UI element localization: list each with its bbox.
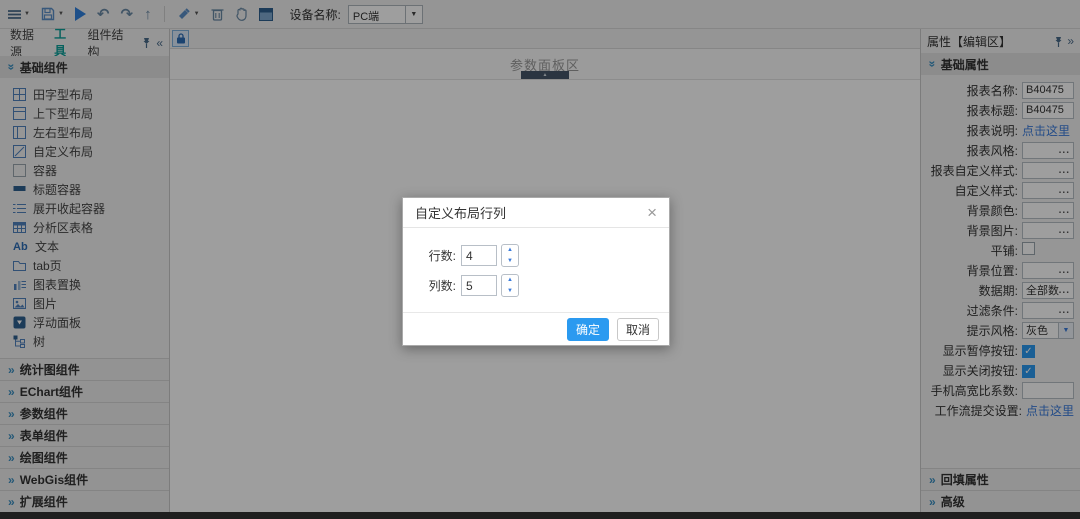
dialog-title-bar: 自定义布局行列 × xyxy=(403,198,669,228)
rows-input[interactable] xyxy=(461,245,497,266)
dialog-footer: 确定 取消 xyxy=(403,312,669,345)
stepper-down-icon[interactable]: ▼ xyxy=(502,286,518,297)
cols-label: 列数: xyxy=(403,277,461,294)
stepper-up-icon[interactable]: ▲ xyxy=(502,245,518,256)
rows-field-row: 行数: ▲ ▼ xyxy=(403,244,669,267)
rows-label: 行数: xyxy=(403,247,461,264)
stepper-up-icon[interactable]: ▲ xyxy=(502,275,518,286)
cancel-button[interactable]: 取消 xyxy=(617,318,659,341)
rows-stepper[interactable]: ▲ ▼ xyxy=(501,244,519,267)
ok-button[interactable]: 确定 xyxy=(567,318,609,341)
cols-field-row: 列数: ▲ ▼ xyxy=(403,274,669,297)
cols-input[interactable] xyxy=(461,275,497,296)
custom-layout-dialog: 自定义布局行列 × 行数: ▲ ▼ 列数: ▲ ▼ 确定 xyxy=(402,197,670,346)
report-designer-app: ▼ ▼ ↶ ↷ ↑ ▼ 设备名称: xyxy=(0,0,1080,519)
close-icon[interactable]: × xyxy=(647,204,657,221)
dialog-body: 行数: ▲ ▼ 列数: ▲ ▼ xyxy=(403,228,669,312)
stepper-down-icon[interactable]: ▼ xyxy=(502,256,518,267)
cols-stepper[interactable]: ▲ ▼ xyxy=(501,274,519,297)
dialog-title: 自定义布局行列 xyxy=(415,203,506,222)
